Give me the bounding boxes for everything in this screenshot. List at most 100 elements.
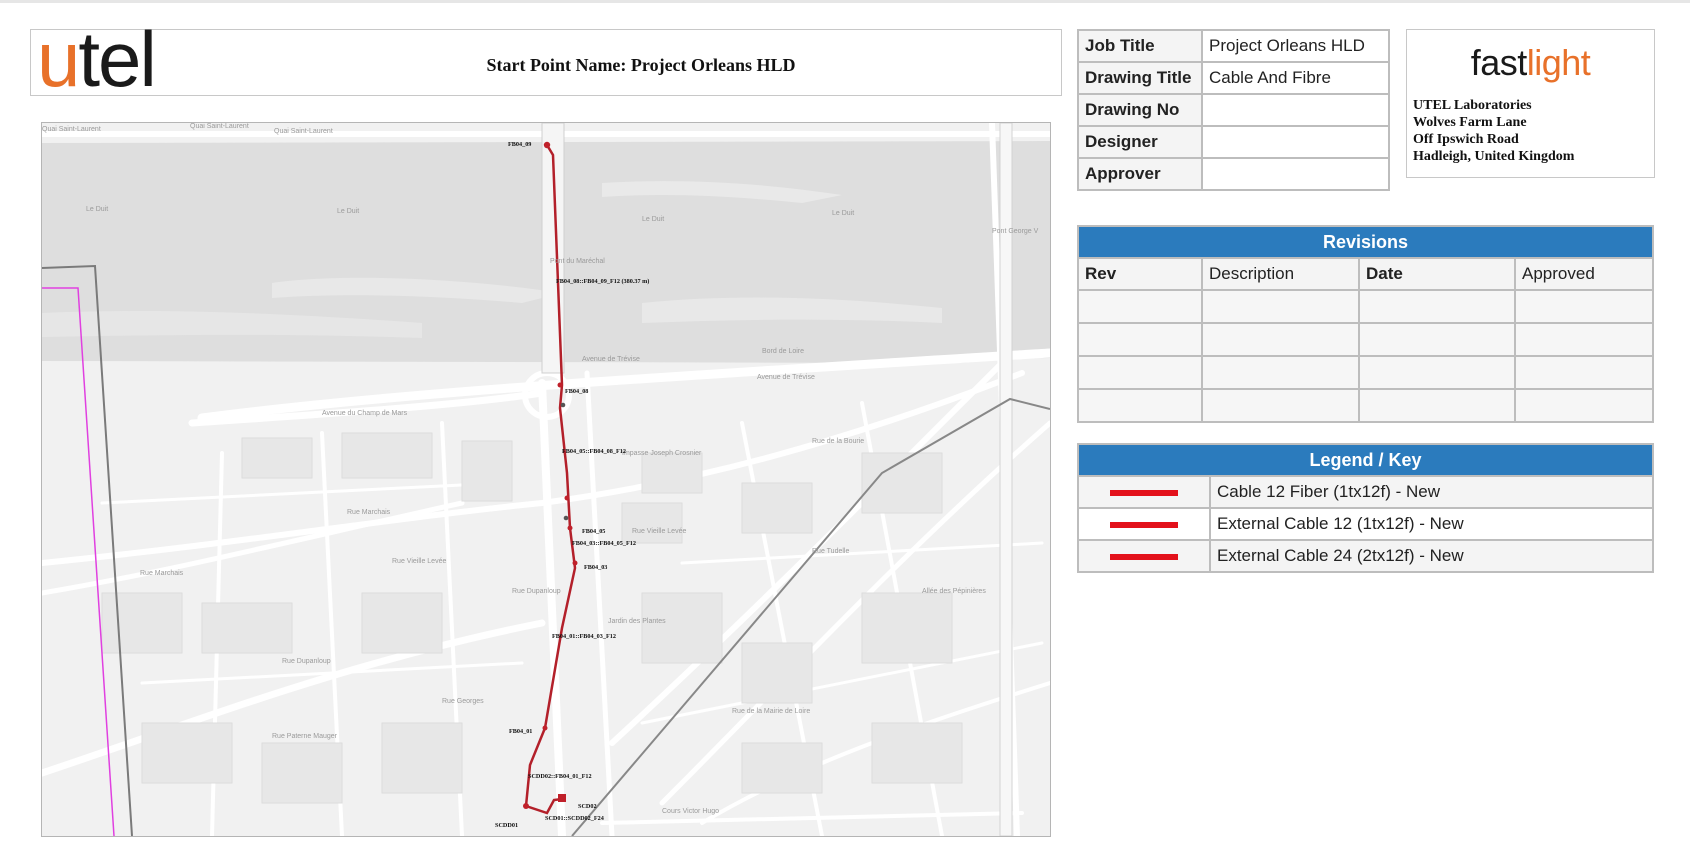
map-view[interactable]: Quai Saint-Laurent Quai Saint-Laurent Qu… (41, 122, 1051, 837)
node-label: SCD02 (578, 803, 597, 810)
revision-cell (1514, 289, 1654, 324)
building-block (641, 452, 703, 494)
legend-table: Legend / Key Cable 12 Fiber (1tx12f) - N… (1077, 443, 1654, 573)
cabinet-marker (558, 794, 566, 802)
building-block (621, 502, 683, 544)
start-point-name: Start Point Name: Project Orleans HLD (486, 55, 796, 75)
street-label: Quai Saint-Laurent (190, 123, 249, 130)
info-value: Cable And Fibre (1201, 61, 1390, 95)
revision-cell (1358, 355, 1516, 390)
revision-cell (1077, 289, 1203, 324)
info-row-drawing-no: Drawing No (1077, 93, 1390, 127)
legend-label: External Cable 12 (1tx12f) - New (1209, 507, 1654, 541)
revision-cell (1077, 322, 1203, 357)
company-address: UTEL Laboratories Wolves Farm Lane Off I… (1413, 97, 1574, 165)
street-label: Rue de la Bourie (812, 438, 864, 445)
node-marker (564, 495, 570, 501)
street-label: Rue Tudelle (812, 548, 849, 555)
road (584, 370, 615, 836)
revisions-table: Revisions Rev Description Date Approved (1077, 225, 1654, 423)
revision-row (1077, 322, 1654, 357)
utel-logo-text: tel (78, 15, 156, 103)
column-header-description: Description (1201, 257, 1360, 291)
node-marker (557, 382, 563, 388)
street-label: Pont du Maréchal (550, 258, 605, 265)
street-label: Quai Saint-Laurent (274, 128, 333, 135)
revisions-header-row: Rev Description Date Approved (1077, 257, 1654, 291)
road (538, 379, 566, 836)
node-label: FB04_08 (565, 388, 588, 395)
info-value (1201, 125, 1390, 159)
utel-logo: utel (37, 20, 157, 98)
info-label: Drawing Title (1077, 61, 1203, 95)
building-block (381, 722, 463, 794)
revisions-title: Revisions (1077, 225, 1654, 259)
revision-cell (1358, 322, 1516, 357)
legend-swatch-cell (1077, 507, 1211, 541)
info-row-job-title: Job Title Project Orleans HLD (1077, 29, 1390, 63)
node-marker (523, 803, 529, 809)
revision-row (1077, 388, 1654, 423)
title-block-header: utel Start Point Name: Project Orleans H… (30, 20, 1062, 98)
node-label: FB04_09 (508, 141, 531, 148)
street-label: Jardin des Plantes (608, 618, 666, 625)
info-label: Designer (1077, 125, 1203, 159)
address-line: Wolves Farm Lane (1413, 115, 1527, 130)
street-label: Impasse Joseph Crosnier (622, 450, 702, 457)
fastlight-logo: fastlight (1407, 42, 1654, 84)
street-label: Rue Dupanloup (512, 588, 561, 595)
street-label: Allée des Pépinières (922, 588, 986, 595)
street-label: Bord de Loire (762, 348, 804, 355)
street-label: Le Duit (832, 210, 854, 217)
node-label: FB04_03::FB04_05_F12 (572, 540, 636, 547)
junction-marker (563, 515, 569, 521)
street-label: Rue Vieille Levée (392, 558, 446, 565)
info-row-designer: Designer (1077, 125, 1390, 159)
revision-cell (1514, 322, 1654, 357)
node-label: SCD01::SCDD02_F24 (545, 815, 604, 822)
revision-row (1077, 289, 1654, 324)
node-marker (572, 560, 578, 566)
street-label: Le Duit (86, 206, 108, 213)
legend-row: External Cable 12 (1tx12f) - New (1077, 507, 1654, 541)
building-block (741, 482, 813, 534)
info-value: Project Orleans HLD (1201, 29, 1390, 63)
building-blocks (101, 432, 963, 804)
legend-title: Legend / Key (1077, 443, 1654, 477)
building-block (141, 722, 233, 784)
info-value (1201, 157, 1390, 191)
street-label: Rue Paterne Mauger (272, 733, 338, 740)
street-label: Le Duit (642, 216, 664, 223)
utel-logo-u: u (37, 15, 80, 103)
street-label: Rue Georges (442, 698, 484, 705)
node-label: FB04_05::FB04_08_F12 (562, 448, 626, 455)
junction-marker (560, 402, 566, 408)
street-label: Quai Saint-Laurent (42, 126, 101, 133)
legend-swatch-cell (1077, 475, 1211, 509)
legend-line-swatch (1110, 553, 1178, 560)
building-block (241, 437, 313, 479)
node-label: SCDD01 (495, 822, 518, 829)
page: utel Start Point Name: Project Orleans H… (0, 0, 1690, 846)
info-row-approver: Approver (1077, 157, 1390, 191)
revision-cell (1077, 355, 1203, 390)
building-block (261, 742, 343, 804)
address-line: Hadleigh, United Kingdom (1413, 149, 1575, 164)
node-marker (542, 725, 548, 731)
street-label: Avenue de Trévise (757, 374, 815, 381)
fastlight-logo-fast: fast (1470, 42, 1528, 83)
revision-cell (1201, 388, 1360, 423)
street-label: Le Duit (337, 208, 359, 215)
node-marker (567, 525, 573, 531)
street-label: Pont George V (992, 228, 1039, 235)
info-value (1201, 93, 1390, 127)
legend-line-swatch (1110, 489, 1178, 496)
revision-cell (1358, 388, 1516, 423)
node-label: FB04_01::FB04_03_F12 (552, 633, 616, 640)
legend-label: External Cable 24 (2tx12f) - New (1209, 539, 1654, 573)
building-block (641, 592, 723, 664)
revision-row (1077, 355, 1654, 390)
revision-cell (1201, 289, 1360, 324)
building-block (101, 592, 183, 654)
building-block (341, 432, 433, 479)
